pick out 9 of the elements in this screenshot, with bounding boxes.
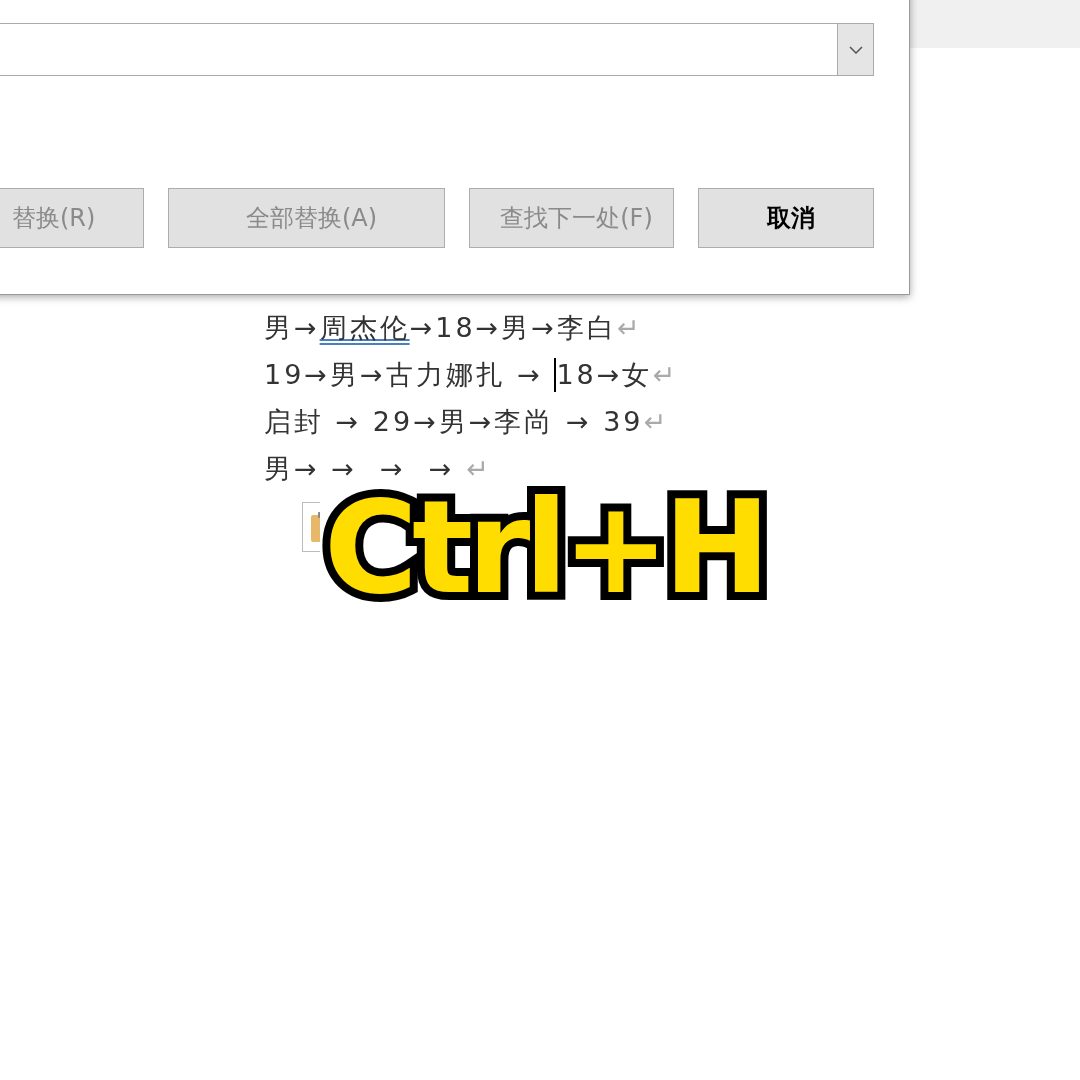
document-line: 男→周杰伦→18→男→李白↵: [264, 311, 644, 345]
paste-options-button[interactable]: [302, 502, 320, 552]
dropdown-field[interactable]: [0, 23, 874, 76]
document-line: 启封 → 29→男→李尚 → 39↵: [264, 405, 671, 439]
clipboard-icon: [310, 511, 320, 543]
document-line: 19→男→古力娜扎 → 18→女↵: [264, 357, 678, 392]
chevron-down-icon: [848, 45, 863, 54]
dialog-button[interactable]: 取消: [698, 188, 874, 248]
dropdown-button[interactable]: [837, 24, 873, 75]
